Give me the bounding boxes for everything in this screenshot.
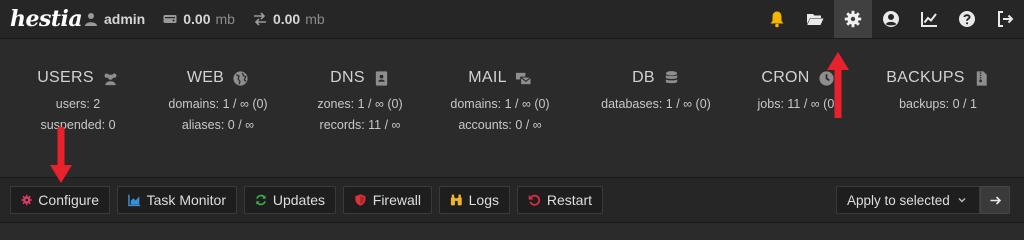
updates-button-label: Updates — [272, 192, 325, 208]
server-summary: USERS users: 2 suspended: 0 WEB domains:… — [0, 39, 1024, 177]
top-nav-icons — [758, 0, 1024, 38]
summary-dns[interactable]: DNS zones: 1 / ∞ (0) records: 11 / ∞ — [290, 67, 430, 132]
user-circle-icon — [883, 11, 899, 27]
gear-icon — [844, 10, 862, 28]
dns-records: records: 11 / ∞ — [319, 118, 401, 132]
firewall-button-label: Firewall — [372, 192, 421, 208]
configure-button[interactable]: Configure — [10, 186, 110, 214]
backups-count: backups: 0 / 1 — [899, 97, 977, 111]
username: admin — [104, 11, 146, 27]
hestia-logo[interactable]: hestia — [10, 4, 83, 34]
bulk-action-select[interactable]: Apply to selected — [836, 186, 980, 214]
summary-db[interactable]: DB databases: 1 / ∞ (0) — [586, 67, 726, 111]
file-manager-button[interactable] — [796, 0, 834, 38]
disk-usage: 0.00 mb — [163, 11, 235, 27]
summary-db-title: DB — [632, 69, 655, 86]
web-aliases: aliases: 0 / ∞ — [181, 118, 255, 132]
hard-drive-icon — [163, 15, 177, 23]
summary-cron-title: CRON — [761, 69, 810, 86]
web-domains: domains: 1 / ∞ (0) — [168, 97, 268, 111]
undo-icon — [528, 194, 540, 206]
bandwidth-usage-value: 0.00 — [272, 11, 301, 27]
bandwidth-usage-unit: mb — [305, 11, 325, 27]
summary-backups[interactable]: BACKUPS backups: 0 / 1 — [868, 67, 1008, 111]
task-monitor-button-label: Task Monitor — [146, 192, 226, 208]
transfer-arrows-icon — [253, 12, 266, 26]
top-bar: hestia admin 0.00 mb 0.00 mb — [0, 0, 1024, 39]
globe-icon — [233, 70, 248, 86]
file-archive-icon — [976, 70, 987, 86]
updates-button[interactable]: Updates — [244, 186, 336, 214]
statistics-button[interactable] — [910, 0, 948, 38]
apply-bulk-action-button[interactable] — [980, 186, 1010, 214]
help-icon — [959, 11, 975, 27]
arrow-right-icon — [990, 195, 1001, 205]
restart-button[interactable]: Restart — [517, 186, 603, 214]
users-suspended: suspended: 0 — [40, 118, 116, 132]
db-databases: databases: 1 / ∞ (0) — [601, 97, 711, 111]
bulk-action-selected: Apply to selected — [847, 192, 950, 208]
logout-button[interactable] — [986, 0, 1024, 38]
firewall-button[interactable]: Firewall — [343, 186, 432, 214]
restart-button-label: Restart — [546, 192, 592, 208]
summary-web-title: WEB — [186, 69, 225, 86]
notifications-button[interactable] — [758, 0, 796, 38]
chevron-down-icon — [958, 198, 966, 203]
summary-users-title: USERS — [37, 69, 94, 86]
summary-mail-title: MAIL — [468, 69, 507, 86]
sync-icon — [256, 194, 266, 206]
folder-open-icon — [807, 14, 824, 25]
summary-dns-title: DNS — [330, 69, 365, 86]
mail-bulk-icon — [515, 72, 532, 85]
gear-icon — [21, 194, 32, 206]
logs-button[interactable]: Logs — [439, 186, 510, 214]
current-user: admin — [84, 11, 145, 27]
logs-button-label: Logs — [468, 192, 499, 208]
disk-usage-value: 0.00 — [183, 11, 211, 27]
mail-domains: domains: 1 / ∞ (0) — [450, 97, 550, 111]
bell-icon — [770, 11, 784, 28]
chart-line-icon — [921, 12, 937, 27]
action-toolbar: Configure Task Monitor Updates Firewall — [0, 177, 1024, 223]
user-profile-button[interactable] — [872, 0, 910, 38]
summary-backups-title: BACKUPS — [886, 69, 965, 86]
users-icon — [104, 72, 117, 85]
server-settings-button[interactable] — [834, 0, 872, 38]
summary-users[interactable]: USERS users: 2 suspended: 0 — [8, 67, 148, 132]
binoculars-icon — [450, 194, 462, 206]
summary-web[interactable]: WEB domains: 1 / ∞ (0) aliases: 0 / ∞ — [148, 67, 288, 132]
annotation-arrow-up — [827, 52, 849, 118]
task-monitor-button[interactable]: Task Monitor — [117, 186, 237, 214]
summary-mail[interactable]: MAIL domains: 1 / ∞ (0) accounts: 0 / ∞ — [430, 67, 570, 132]
dns-zones: zones: 1 / ∞ (0) — [317, 97, 403, 111]
database-icon — [665, 70, 678, 83]
disk-usage-unit: mb — [215, 11, 235, 27]
address-book-icon — [375, 70, 388, 86]
user-icon — [85, 13, 97, 26]
configure-button-label: Configure — [38, 192, 99, 208]
shield-icon — [355, 194, 366, 206]
mail-accounts: accounts: 0 / ∞ — [458, 118, 542, 132]
users-count: users: 2 — [55, 97, 101, 111]
logout-icon — [998, 11, 1014, 27]
bandwidth-usage: 0.00 mb — [253, 11, 325, 27]
help-button[interactable] — [948, 0, 986, 38]
chart-area-icon — [128, 194, 141, 207]
annotation-arrow-down — [50, 127, 72, 183]
